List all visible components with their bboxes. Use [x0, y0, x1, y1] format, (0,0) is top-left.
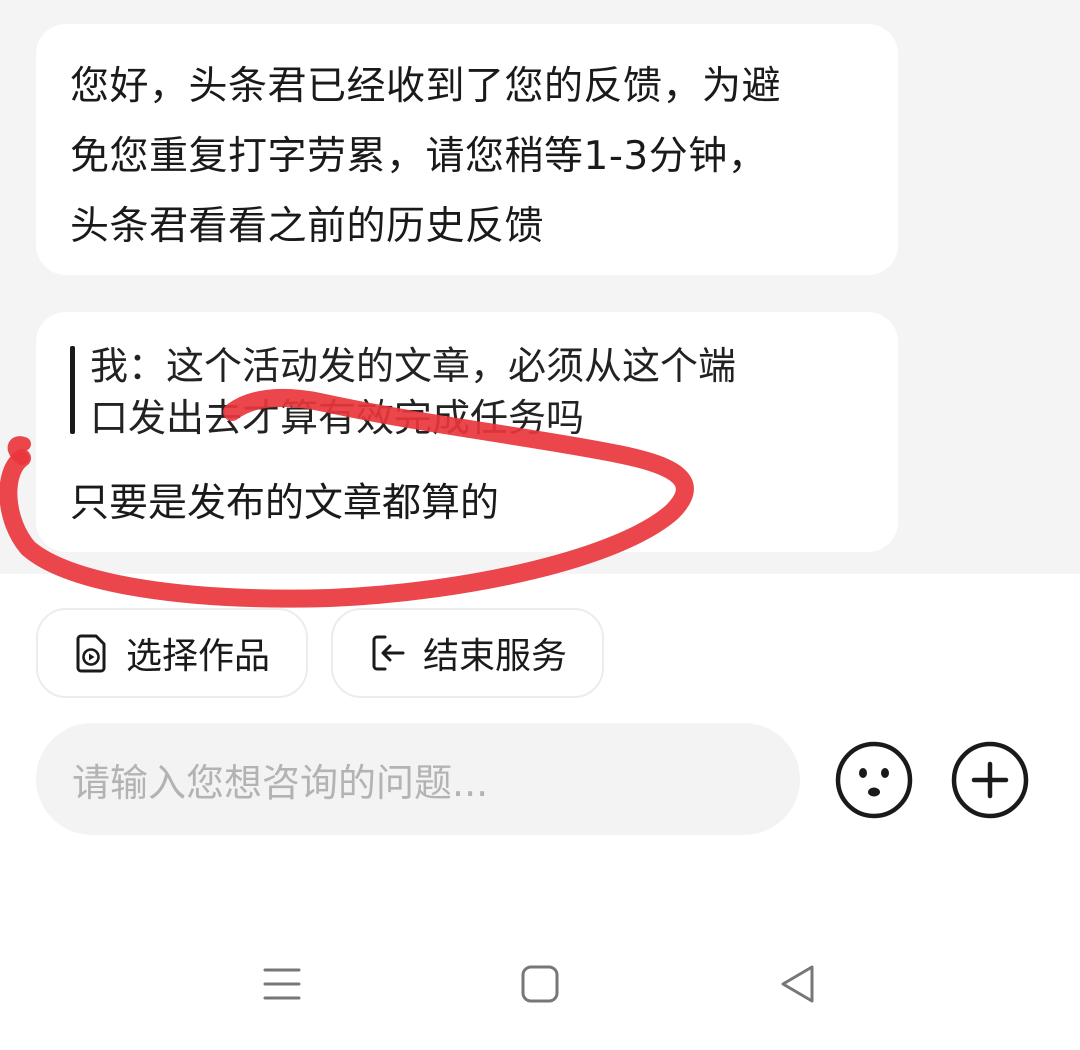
input-placeholder: 请输入您想咨询的问题... — [72, 760, 489, 805]
bot-reply-bubble: 我：这个活动发的文章，必须从这个端 口发出去才算有效完成任务吗 只要是发布的文章… — [36, 312, 898, 552]
reply-text: 只要是发布的文章都算的 — [70, 481, 500, 526]
menu-icon[interactable] — [262, 962, 302, 1006]
message-line: 头条君看看之前的历史反馈 — [70, 204, 545, 249]
chat-area: 您好，头条君已经收到了您的反馈，为避 免您重复打字劳累，请您稍等1-3分钟， 头… — [0, 0, 1080, 574]
message-line: 免您重复打字劳累，请您稍等1-3分钟， — [70, 134, 768, 179]
bot-message-bubble: 您好，头条君已经收到了您的反馈，为避 免您重复打字劳累，请您稍等1-3分钟， 头… — [36, 24, 898, 275]
quoted-line: 口发出去才算有效完成任务吗 — [90, 396, 585, 440]
square-home-icon[interactable] — [520, 962, 560, 1006]
end-service-button[interactable]: 结束服务 — [331, 608, 604, 698]
select-work-button[interactable]: 选择作品 — [36, 608, 308, 698]
triangle-back-icon[interactable] — [778, 962, 818, 1006]
exit-icon — [372, 635, 405, 671]
end-service-label: 结束服务 — [423, 636, 568, 677]
video-file-icon — [76, 634, 106, 673]
smiley-icon[interactable] — [834, 740, 914, 820]
quoted-question: 我：这个活动发的文章，必须从这个端 口发出去才算有效完成任务吗 — [70, 340, 864, 444]
message-line: 您好，头条君已经收到了您的反馈，为避 — [70, 64, 782, 109]
select-work-label: 选择作品 — [126, 636, 271, 677]
plus-circle-icon[interactable] — [950, 740, 1030, 820]
question-input[interactable]: 请输入您想咨询的问题... — [36, 723, 800, 835]
quoted-line: 我：这个活动发的文章，必须从这个端 — [90, 344, 737, 388]
